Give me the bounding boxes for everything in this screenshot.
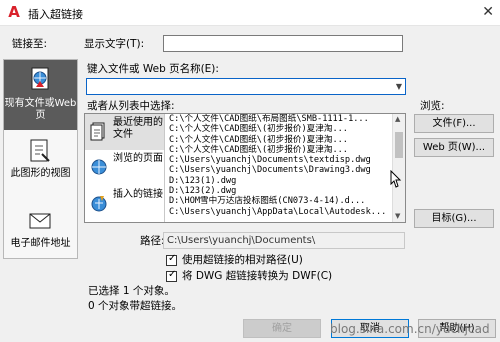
browse-label: 浏览: [420,100,445,112]
file-list-item[interactable]: D:\HOM雪中万达店投标图纸(CN073-4-14).d... [167,196,391,206]
scrollbar-thumb[interactable] [395,132,403,158]
path-field: C:\Users\yuanchj\Documents\ [163,232,405,249]
browse-file-button[interactable]: 文件(F)... [414,114,494,133]
email-envelope-icon [29,213,51,229]
path-label: 路径: [140,235,165,247]
file-or-web-label: 键入文件或 Web 页名称(E): [87,63,219,75]
ok-button[interactable]: 确定 [243,319,321,338]
status-with-links: 0 个对象带超链接。 [88,300,183,312]
close-icon[interactable]: ✕ [482,4,494,20]
category-label: 最近使用的文件 [113,117,163,140]
file-list-item[interactable]: D:\123(2).dwg [167,186,391,196]
file-list-item[interactable]: D:\123(1).dwg [167,176,391,186]
category-label: 插入的链接 [113,189,163,200]
globe-document-icon [31,67,49,90]
chevron-down-icon[interactable]: ▼ [396,80,402,93]
category-column: 最近使用的文件 浏览的页面 插入的链接 [85,114,165,222]
scroll-down-icon[interactable]: ▼ [395,212,400,220]
mouse-cursor-icon [390,170,402,188]
file-list-item[interactable]: C:\个人文件\CAD图纸\(初步报价)夏津淘... [167,145,391,155]
display-text-input[interactable] [163,35,403,52]
inserted-links-icon [91,196,107,212]
drawing-view-icon [30,139,50,162]
sidebar-item-email[interactable]: 电子邮件地址 [4,204,77,258]
display-text-label: 显示文字(T): [84,38,145,50]
recent-files-icon [90,122,105,141]
file-list-panel: 最近使用的文件 浏览的页面 插入的链接 C:\个人文件\CAD图纸\布局图纸\S… [84,113,406,223]
file-list-item[interactable]: C:\Users\yuanchj\Documents\textdisp.dwg [167,155,391,165]
link-to-label: 链接至: [12,38,48,50]
category-inserted-links[interactable]: 插入的链接 [85,186,164,222]
list-label: 或者从列表中选择: [87,100,175,112]
file-list-item[interactable]: C:\个人文件\CAD图纸\(初步报价)夏津淘... [167,124,391,134]
target-button[interactable]: 目标(G)... [414,209,494,228]
category-label: 浏览的页面 [113,153,163,164]
browse-web-button[interactable]: Web 页(W)... [414,138,494,157]
scroll-up-icon[interactable]: ▲ [395,115,400,123]
category-browsed-pages[interactable]: 浏览的页面 [85,150,164,186]
sidebar-item-drawing-view[interactable]: 此图形的视图 [4,134,77,200]
sidebar-item-label: 此图形的视图 [10,168,71,179]
relative-path-label: 使用超链接的相对路径(U) [182,254,303,266]
file-list-scrollbar[interactable]: ▲ ▼ [392,114,405,222]
file-list-item[interactable]: C:\Users\yuanchj\AppData\Local\Autodesk.… [167,207,391,217]
sidebar-item-label: 电子邮件地址 [10,238,71,249]
sidebar-item-label: 现有文件或Web 页 [4,98,77,121]
file-list-item[interactable]: C:\Users\yuanchj\Documents\Drawing3.dwg [167,165,391,175]
autocad-logo-icon: A [8,3,20,21]
title-bar: A 插入超链接 ✕ [0,0,500,26]
file-or-web-input[interactable]: ▼ [86,78,406,95]
watermark-text: blog.sina.com.cn/yuchjcad [330,322,490,336]
window-title: 插入超链接 [28,8,83,21]
file-list[interactable]: C:\个人文件\CAD图纸\布局图纸\SMB-1111-1... C:\个人文件… [167,114,391,222]
sidebar-item-existing-file[interactable]: 现有文件或Web 页 [4,60,77,130]
category-recent-files[interactable]: 最近使用的文件 [85,114,164,150]
status-selected: 已选择 1 个对象。 [88,285,175,297]
convert-dwf-checkbox[interactable]: ✓ [166,269,177,282]
file-list-item[interactable]: C:\个人文件\CAD图纸\(初步报价)夏津淘... [167,135,391,145]
file-list-item[interactable]: C:\个人文件\CAD图纸\布局图纸\SMB-1111-1... [167,114,391,124]
link-to-sidebar: 现有文件或Web 页 此图形的视图 电子邮件地址 [3,59,78,259]
browsed-pages-icon [91,159,107,175]
convert-dwf-label: 将 DWG 超链接转换为 DWF(C) [182,270,333,282]
relative-path-checkbox[interactable]: ✓ [166,253,177,266]
